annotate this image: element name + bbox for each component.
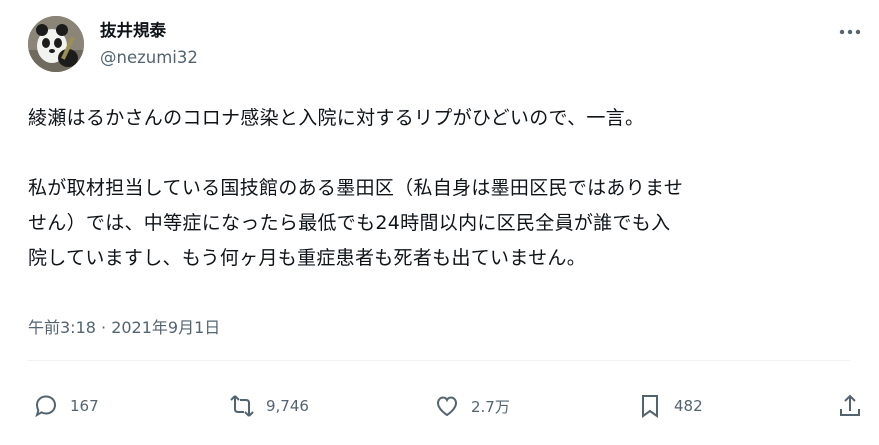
bookmark-button[interactable]: 482 <box>636 388 703 424</box>
reply-icon <box>35 395 57 418</box>
user-handle[interactable]: @nezumi32 <box>100 47 198 69</box>
tweet-line: 私が取材担当している国技館のある墨田区（私自身は墨田区民ではありませ <box>28 177 684 199</box>
panda-avatar-icon <box>28 16 84 72</box>
retweet-button[interactable]: 9,746 <box>228 388 309 424</box>
heart-icon <box>436 396 458 417</box>
retweet-count: 9,746 <box>266 397 309 415</box>
share-icon <box>840 394 860 416</box>
like-count: 2.7万 <box>471 397 510 416</box>
avatar[interactable] <box>28 16 84 72</box>
tweet-line: 綾瀬はるかさんのコロナ感染と入院に対するリプがひどいので、一言。 <box>28 107 645 129</box>
tweet-timestamp[interactable]: 午前3:18 · 2021年9月1日 <box>28 314 220 338</box>
divider <box>28 360 851 361</box>
bookmark-icon <box>642 395 658 418</box>
display-name[interactable]: 抜井規泰 <box>100 20 198 42</box>
more-dots-icon <box>839 29 861 35</box>
bookmark-count: 482 <box>674 397 703 415</box>
tweet-text: 綾瀬はるかさんのコロナ感染と入院に対するリプがひどいので、一言。 私が取材担当し… <box>28 101 858 276</box>
share-button[interactable] <box>836 388 864 424</box>
reply-count: 167 <box>70 397 99 415</box>
action-bar: 167 9,746 2.7万 482 <box>28 388 863 424</box>
tweet-line: 院していますし、もう何ヶ月も重症患者も死者も出ていません。 <box>28 247 586 269</box>
like-button[interactable]: 2.7万 <box>433 388 510 424</box>
more-options-button[interactable] <box>837 22 863 42</box>
retweet-icon <box>230 395 254 417</box>
reply-button[interactable]: 167 <box>32 388 99 424</box>
tweet-line: せん）では、中等症になったら最低でも24時間以内に区民全員が誰でも入 <box>28 212 671 234</box>
tweet-header: 抜井規泰 @nezumi32 <box>28 14 863 76</box>
